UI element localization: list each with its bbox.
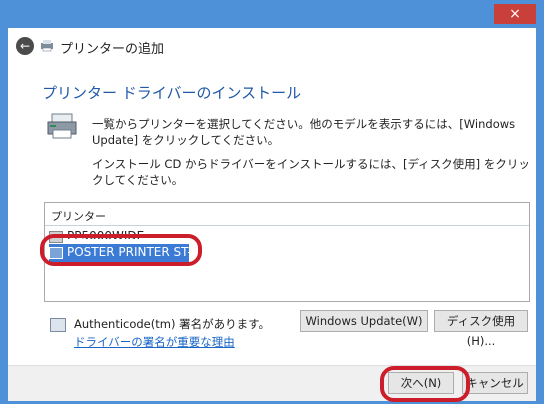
- have-disk-button[interactable]: ディスク使用(H)...: [434, 310, 528, 348]
- windows-update-button[interactable]: Windows Update(W): [300, 310, 428, 332]
- list-column-header: プリンター: [51, 210, 106, 223]
- wizard-header: ← プリンターの追加: [8, 28, 536, 66]
- signature-info-link[interactable]: ドライバーの署名が重要な理由: [74, 334, 235, 350]
- wizard-title: プリンターの追加: [60, 42, 165, 57]
- close-button[interactable]: ×: [494, 4, 536, 24]
- page-heading: プリンター ドライバーのインストール: [42, 84, 302, 102]
- add-printer-window: × ← プリンターの追加 プリンター ドライバーのインストール 一覧からプリンタ…: [0, 0, 544, 404]
- close-icon: ×: [509, 6, 521, 22]
- instruction-text-1: 一覧からプリンターを選択してください。他のモデルを表示するには、[Windows…: [92, 117, 516, 147]
- certificate-icon: [50, 318, 66, 332]
- title-bar: ×: [0, 0, 544, 28]
- highlight-ring: [40, 234, 202, 266]
- dialog-client-area: ← プリンターの追加 プリンター ドライバーのインストール 一覧からプリンターを…: [8, 28, 536, 402]
- highlight-ring: [380, 366, 470, 402]
- back-arrow-icon: ←: [19, 39, 31, 53]
- list-header-divider: [45, 225, 529, 226]
- cancel-button[interactable]: キャンセル: [462, 372, 528, 394]
- printer-icon: [41, 40, 53, 52]
- signature-status-text: Authenticode(tm) 署名があります。: [74, 317, 270, 331]
- back-button[interactable]: ←: [16, 37, 34, 55]
- instruction-text-2: インストール CD からドライバーをインストールするには、[ディスク使用] をク…: [92, 157, 530, 187]
- printer-icon: [47, 113, 77, 139]
